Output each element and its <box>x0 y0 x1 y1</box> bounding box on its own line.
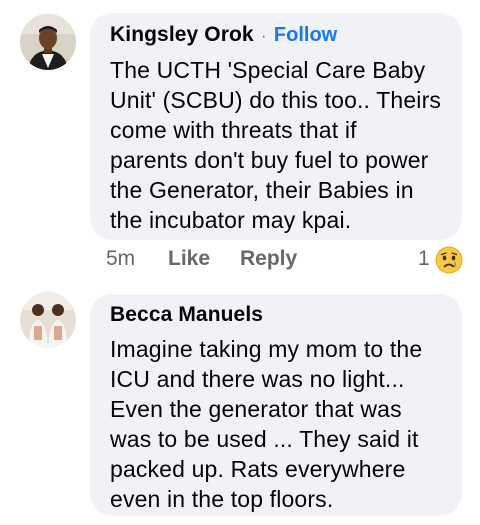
comment-bubble: Kingsley Orok · Follow The UCTH 'Special… <box>90 13 462 240</box>
like-button[interactable]: Like <box>168 247 210 271</box>
comment-text: Imagine taking my mom to the ICU and the… <box>110 336 423 512</box>
comment-timestamp[interactable]: 5m <box>106 247 135 271</box>
reply-button[interactable]: Reply <box>240 247 297 271</box>
sad-face-icon[interactable] <box>434 245 464 275</box>
comment-bubble: Becca Manuels Imagine taking my mom to t… <box>90 294 462 516</box>
separator-dot: · <box>261 28 267 45</box>
reaction-count[interactable]: 1 <box>418 247 430 271</box>
comment-author[interactable]: Kingsley Orok <box>110 23 254 46</box>
avatar[interactable] <box>20 14 76 70</box>
avatar[interactable] <box>20 292 76 348</box>
comment-author[interactable]: Becca Manuels <box>110 303 263 326</box>
follow-button[interactable]: Follow <box>274 24 337 46</box>
comment-text: The UCTH 'Special Care Baby Unit' (SCBU)… <box>110 57 442 233</box>
